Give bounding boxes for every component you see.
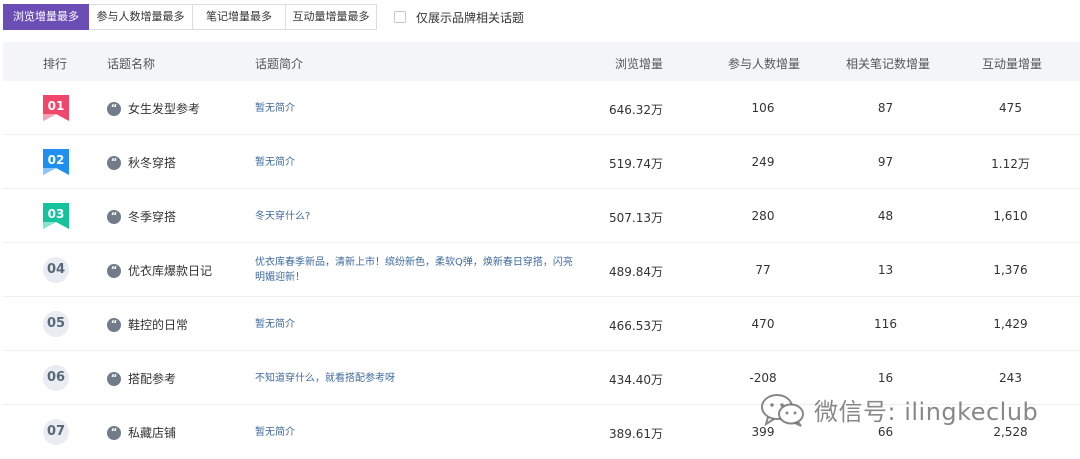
topic-cell[interactable]: “ 女生发型参考 xyxy=(107,100,200,117)
rank-badge: 07 xyxy=(43,419,69,445)
topic-cell[interactable]: “ 优衣库爆款日记 xyxy=(107,262,212,279)
quote-icon: “ xyxy=(107,263,121,278)
header-interactions: 互动量增量 xyxy=(982,57,1043,71)
notes-increase: 48 xyxy=(877,209,894,223)
topic-intro: 不知道穿什么，就看搭配参考呀 xyxy=(255,373,395,384)
tab-interactions-increase[interactable]: 互动量增量最多 xyxy=(286,4,377,30)
topic-name[interactable]: 女生发型参考 xyxy=(128,100,200,117)
rank-number: 01 xyxy=(47,99,65,113)
rank-number: 06 xyxy=(43,365,69,391)
interactions-increase: 1,610 xyxy=(993,209,1028,223)
quote-icon: “ xyxy=(107,371,121,386)
rank-badge: 06 xyxy=(43,365,69,391)
rank-badge: 04 xyxy=(43,257,69,283)
header-rank: 排行 xyxy=(43,57,68,71)
participants-increase: 106 xyxy=(751,101,775,115)
views-increase: 389.61万 xyxy=(609,427,663,441)
participants-increase: -208 xyxy=(749,371,777,385)
rank-number: 07 xyxy=(43,419,69,445)
wechat-watermark: 微信号: ilingkeclub xyxy=(760,392,1038,427)
tab-notes-increase[interactable]: 笔记增量最多 xyxy=(193,4,286,30)
participants-increase: 470 xyxy=(751,317,775,331)
quote-icon: “ xyxy=(107,155,121,170)
views-increase: 507.13万 xyxy=(609,211,663,225)
views-increase: 466.53万 xyxy=(609,319,663,333)
topic-cell[interactable]: “ 私藏店铺 xyxy=(107,424,176,441)
header-topic: 话题名称 xyxy=(107,57,156,71)
topic-cell[interactable]: “ 冬季穿搭 xyxy=(107,208,176,225)
rank-badge: 03 xyxy=(43,203,69,229)
participants-increase: 249 xyxy=(751,155,775,169)
quote-icon: “ xyxy=(107,209,121,224)
topic-name[interactable]: 优衣库爆款日记 xyxy=(128,262,212,279)
topic-name[interactable]: 鞋控的日常 xyxy=(128,316,188,333)
table-header: 排行 话题名称 话题简介 浏览增量 参与人数增量 相关笔记数增量 互动量增量 xyxy=(3,42,1080,81)
interactions-increase: 243 xyxy=(999,371,1022,385)
topic-intro: 暂无简介 xyxy=(255,157,295,168)
header-participants: 参与人数增量 xyxy=(728,57,801,71)
topic-intro: 冬天穿什么? xyxy=(255,211,311,222)
table-row[interactable]: 05 “ 鞋控的日常 暂无简介 466.53万 470 116 1,429 xyxy=(3,297,1080,351)
participants-increase: 77 xyxy=(755,263,771,277)
header-intro: 话题简介 xyxy=(255,57,304,71)
interactions-increase: 1.12万 xyxy=(991,157,1030,171)
rank-number: 05 xyxy=(43,311,69,337)
notes-increase: 66 xyxy=(877,425,894,439)
notes-increase: 116 xyxy=(874,317,897,331)
views-increase: 489.84万 xyxy=(609,265,663,279)
brand-only-checkbox[interactable] xyxy=(394,11,406,23)
topic-cell[interactable]: “ 搭配参考 xyxy=(107,370,176,387)
brand-only-label: 仅展示品牌相关话题 xyxy=(416,10,525,25)
topic-intro: 暂无简介 xyxy=(255,103,295,114)
topic-name[interactable]: 秋冬穿搭 xyxy=(128,154,176,171)
rank-number: 02 xyxy=(47,153,65,167)
views-increase: 646.32万 xyxy=(609,103,663,117)
notes-increase: 97 xyxy=(877,155,894,169)
interactions-increase: 475 xyxy=(999,101,1022,115)
brand-filter[interactable]: 仅展示品牌相关话题 xyxy=(394,8,524,26)
topic-name[interactable]: 搭配参考 xyxy=(128,370,176,387)
participants-increase: 399 xyxy=(751,425,775,439)
rank-number: 04 xyxy=(43,257,69,283)
interactions-increase: 1,429 xyxy=(993,317,1028,331)
tab-participants-increase[interactable]: 参与人数增量最多 xyxy=(89,4,193,30)
topic-intro: 优衣库春季新品，清新上市！缤纷新色，柔软Q弹，焕新春日穿搭，闪亮明媚迎新！ xyxy=(255,257,573,283)
topic-intro: 暂无简介 xyxy=(255,319,295,330)
notes-increase: 87 xyxy=(877,101,894,115)
notes-increase: 13 xyxy=(877,263,894,277)
quote-icon: “ xyxy=(107,317,121,332)
quote-icon: “ xyxy=(107,101,121,116)
interactions-increase: 2,528 xyxy=(993,425,1028,439)
notes-increase: 16 xyxy=(877,371,894,385)
table-row[interactable]: 02 “ 秋冬穿搭 暂无简介 519.74万 249 97 1.12万 xyxy=(3,135,1080,189)
table-row[interactable]: 01 “ 女生发型参考 暂无简介 646.32万 106 87 475 xyxy=(3,81,1080,135)
header-notes: 相关笔记数增量 xyxy=(846,57,931,71)
views-increase: 434.40万 xyxy=(609,373,663,387)
quote-icon: “ xyxy=(107,425,121,440)
rank-badge: 05 xyxy=(43,311,69,337)
header-views: 浏览增量 xyxy=(615,57,664,71)
topic-name[interactable]: 私藏店铺 xyxy=(128,424,176,441)
topic-intro: 暂无简介 xyxy=(255,427,295,438)
wechat-icon xyxy=(761,393,804,427)
rank-badge: 01 xyxy=(43,95,69,121)
tab-views-increase[interactable]: 浏览增量最多 xyxy=(3,4,89,30)
topic-name[interactable]: 冬季穿搭 xyxy=(128,208,176,225)
rank-badge: 02 xyxy=(43,149,69,175)
topic-cell[interactable]: “ 鞋控的日常 xyxy=(107,316,188,333)
participants-increase: 280 xyxy=(751,209,775,223)
watermark-text: 微信号: ilingkeclub xyxy=(814,398,1039,426)
rank-number: 03 xyxy=(47,207,65,221)
interactions-increase: 1,376 xyxy=(993,263,1028,277)
table-row[interactable]: 04 “ 优衣库爆款日记 优衣库春季新品，清新上市！缤纷新色，柔软Q弹，焕新春日… xyxy=(3,243,1080,297)
topic-cell[interactable]: “ 秋冬穿搭 xyxy=(107,154,176,171)
views-increase: 519.74万 xyxy=(609,157,663,171)
table-row[interactable]: 03 “ 冬季穿搭 冬天穿什么? 507.13万 280 48 1,610 xyxy=(3,189,1080,243)
sort-tabs: 浏览增量最多 参与人数增量最多 笔记增量最多 互动量增量最多 xyxy=(3,4,377,30)
